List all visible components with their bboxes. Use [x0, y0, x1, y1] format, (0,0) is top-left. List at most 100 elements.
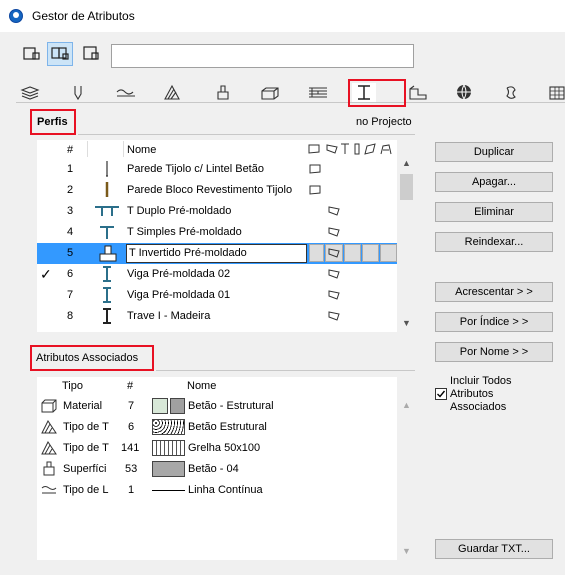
guardar-txt-button[interactable]: Guardar TXT... [435, 539, 553, 559]
beam-usage-icon [328, 269, 340, 279]
list-item[interactable]: Tipo de T 6 Betão Estrutural [37, 417, 397, 438]
tab-composites[interactable] [306, 83, 330, 102]
associados-title-highlight [30, 345, 154, 371]
layers-icon [20, 86, 40, 100]
table-row[interactable]: 1 Parede Tijolo c/ Lintel Betão [37, 159, 397, 180]
table-row[interactable]: 3 T Duplo Pré-moldado [37, 201, 397, 222]
assoc-scroll-up-arrow[interactable]: ▲ [402, 400, 411, 410]
tab-mep-systems[interactable] [452, 83, 476, 102]
list-item[interactable]: Tipo de L 1 Linha Contínua [37, 480, 397, 501]
row-number: 1 [67, 163, 74, 175]
assoc-tipo: Tipo de T [63, 421, 109, 433]
wall-usage-icon [309, 185, 321, 195]
row-name-edit[interactable]: T Invertido Pré-moldado [129, 247, 247, 259]
assoc-name: Betão - Estrutural [188, 400, 274, 412]
include-all-label-line3: Associados [450, 401, 507, 413]
check-mark: ✓ [40, 266, 52, 282]
composite-icon [309, 87, 327, 98]
scope-label: no Projecto [356, 116, 412, 128]
usage-cell[interactable] [309, 244, 324, 262]
usage-cell[interactable] [344, 244, 361, 262]
dual-view-icon [51, 47, 69, 60]
view-mode-3-button[interactable] [78, 42, 104, 66]
tab-more[interactable] [545, 83, 565, 102]
tab-operation-profiles[interactable] [499, 83, 523, 102]
wall-profile-icon [106, 161, 108, 177]
apagar-button[interactable]: Apagar... [435, 172, 553, 192]
assoc-name: Grelha 50x100 [188, 442, 261, 454]
eliminar-button[interactable]: Eliminar [435, 202, 553, 222]
perfis-scrollbar[interactable] [398, 140, 415, 332]
double-t-profile-icon [95, 206, 119, 216]
assoc-number: 141 [121, 442, 140, 454]
table-row[interactable]: 4 T Simples Pré-moldado [37, 222, 397, 243]
fill-icon [164, 84, 180, 100]
list-item[interactable]: Tipo de T 141 Grelha 50x100 [37, 438, 397, 459]
fill-swatch [152, 419, 185, 435]
header-divider-2 [123, 141, 124, 157]
line-swatch [152, 490, 185, 491]
i-beam-profile-icon [103, 308, 111, 324]
perfis-title-highlight [30, 109, 76, 135]
assoc-number: 7 [128, 400, 135, 412]
checkbox-check-icon [437, 390, 446, 398]
include-all-checkbox[interactable] [435, 388, 447, 400]
perfis-col-number: # [67, 144, 74, 156]
table-row[interactable]: 7 Viga Pré-moldada 01 [37, 285, 397, 306]
usage-cell[interactable] [362, 244, 379, 262]
associados-col-tipo: Tipo [62, 380, 83, 392]
table-row[interactable]: 8 Trave I - Madeira [37, 306, 397, 327]
associados-divider [156, 370, 415, 371]
file-view-icon [23, 47, 40, 60]
reindexar-button[interactable]: Reindexar... [435, 232, 553, 252]
profiles-tab-highlight [348, 79, 406, 107]
assoc-name: Linha Contínua [188, 484, 263, 496]
header-divider-1 [87, 141, 88, 157]
beam-usage-icon [328, 248, 340, 258]
search-input[interactable] [111, 44, 414, 68]
table-icon [549, 86, 565, 100]
row-number: 6 [67, 268, 74, 280]
assoc-number: 1 [128, 484, 135, 496]
assoc-scroll-down-arrow[interactable]: ▼ [402, 546, 411, 556]
table-row[interactable]: ✓ 6 Viga Pré-moldada 02 [37, 264, 397, 285]
assoc-number: 53 [125, 463, 138, 475]
acrescentar-button[interactable]: Acrescentar > > [435, 282, 553, 302]
perfis-divider [78, 134, 415, 135]
include-all-label-line2: Atributos [450, 388, 494, 400]
material-swatch [170, 398, 185, 414]
duplicar-button[interactable]: Duplicar [435, 142, 553, 162]
table-row[interactable]: 2 Parede Bloco Revestimento Tijolo [37, 180, 397, 201]
beam-profile-icon [103, 287, 111, 303]
row-name: Viga Pré-moldada 01 [127, 289, 231, 301]
row-number: 7 [67, 289, 74, 301]
scroll-up-arrow[interactable]: ▲ [402, 158, 411, 168]
tab-pens[interactable] [66, 83, 90, 102]
beam-usage-icon [328, 227, 340, 237]
beam-usage-icon [328, 290, 340, 300]
tab-surfaces[interactable] [211, 83, 235, 102]
wall-usage-icon [309, 164, 321, 174]
scroll-down-arrow[interactable]: ▼ [402, 318, 411, 328]
por-indice-button[interactable]: Por Índice > > [435, 312, 553, 332]
list-item[interactable]: Superfíci 53 Betão - 04 [37, 459, 397, 480]
tab-zone-categories[interactable] [406, 83, 430, 102]
row-number: 5 [67, 247, 74, 259]
project-view-icon [83, 46, 99, 60]
list-item[interactable]: Material 7 Betão - Estrutural [37, 396, 397, 417]
scroll-thumb[interactable] [400, 174, 413, 200]
usage-cell[interactable] [380, 244, 397, 262]
view-mode-1-button[interactable] [18, 42, 44, 66]
building-material-icon [41, 399, 57, 413]
table-row-selected[interactable]: 5 T Invertido Pré-moldado [37, 243, 397, 264]
tab-layers[interactable] [18, 83, 42, 102]
por-nome-button[interactable]: Por Nome > > [435, 342, 553, 362]
tab-line-types[interactable] [114, 83, 138, 102]
material-swatch [152, 398, 168, 414]
fill-swatch [152, 440, 185, 456]
tab-building-materials[interactable] [258, 83, 282, 102]
fill-icon [41, 441, 57, 455]
tab-fills[interactable] [160, 83, 184, 102]
view-mode-2-button[interactable] [47, 42, 73, 66]
wall-profile-icon [105, 182, 109, 197]
